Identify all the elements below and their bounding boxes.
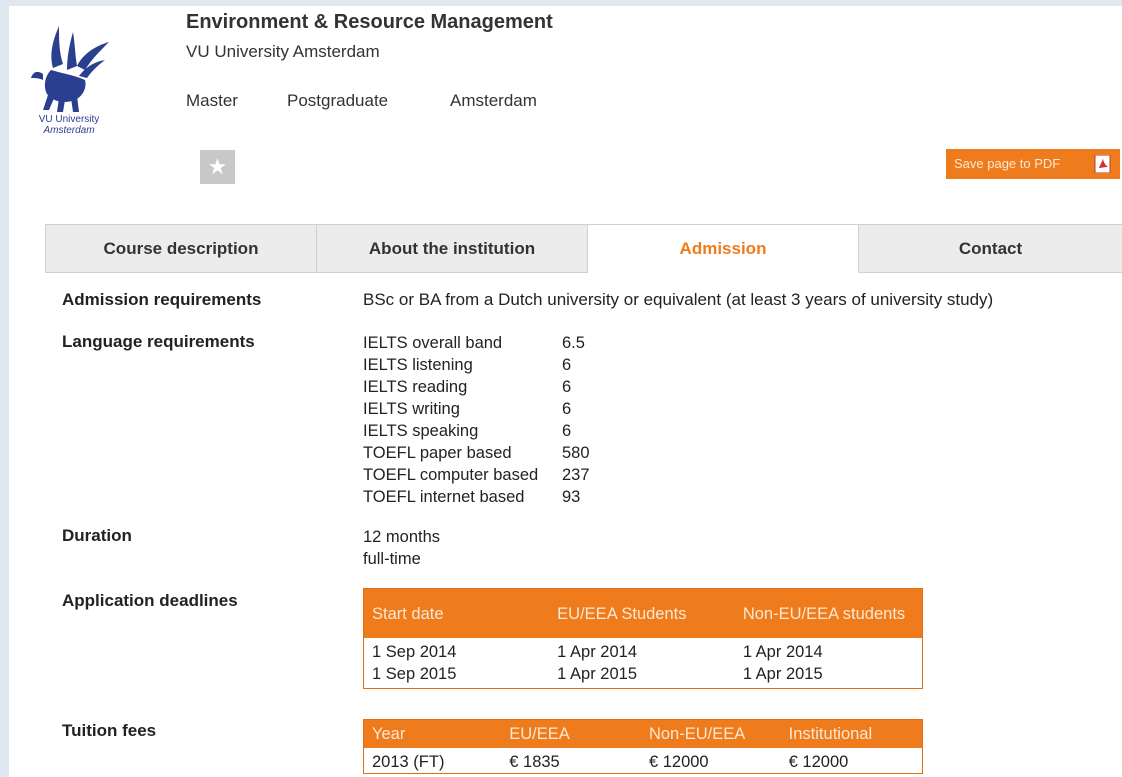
study-level: Postgraduate [287, 91, 389, 110]
table-cell: 1 Sep 2015 [372, 664, 457, 683]
admission-requirements-value: BSc or BA from a Dutch university or equ… [363, 290, 994, 309]
deadlines-header-cell: Start date [363, 588, 550, 638]
save-pdf-button[interactable]: Save page to PDF [946, 149, 1120, 179]
language-row: TOEFL internet based 93 [363, 486, 590, 508]
page: VU University Amsterdam Environment & Re… [9, 6, 1122, 777]
language-row: IELTS speaking 6 [363, 420, 590, 442]
language-row: IELTS overall band 6.5 [363, 332, 590, 354]
tab-contact[interactable]: Contact [859, 225, 1122, 273]
table-cell: 2013 (FT) [372, 752, 445, 771]
tuition-fees-label: Tuition fees [62, 721, 157, 740]
language-row: IELTS writing 6 [363, 398, 590, 420]
language-test-name: IELTS writing [363, 400, 460, 418]
table-cell: 1 Apr 2014 [742, 642, 823, 661]
star-icon: ★ [207, 154, 228, 179]
language-test-name: IELTS speaking [363, 422, 479, 440]
language-test-name: IELTS reading [363, 378, 468, 396]
table-cell: 1 Apr 2014 [557, 642, 637, 661]
favorite-button[interactable]: ★ [200, 150, 235, 184]
language-row: IELTS listening 6 [363, 354, 590, 376]
duration-mode: full-time [363, 550, 421, 568]
tuition-header-cell: EU/EEA [501, 719, 641, 748]
language-test-name: IELTS listening [363, 356, 473, 374]
table-cell: € 12000 [648, 752, 709, 771]
table-row: 1 Sep 2015 1 Apr 2015 1 Apr 2015 [364, 663, 923, 689]
language-test-score: 6 [562, 400, 572, 418]
duration-length: 12 months [363, 528, 441, 546]
language-row: IELTS reading 6 [363, 376, 590, 398]
deadlines-header-cell: EU/EEA Students [549, 588, 735, 638]
tuition-table: Year EU/EEA Non-EU/EEA Institutional 201… [363, 719, 923, 774]
language-test-name: IELTS overall band [363, 334, 503, 352]
tuition-header-cell: Year [363, 719, 502, 748]
table-cell: € 1835 [509, 752, 560, 771]
logo-text-line2: Amsterdam [43, 125, 95, 136]
tuition-header-row: Year EU/EEA Non-EU/EEA Institutional [363, 719, 923, 748]
pdf-file-icon [1094, 155, 1111, 173]
language-test-name: TOEFL computer based [363, 466, 539, 484]
logo-text-line1: VU University [38, 114, 100, 125]
language-requirements-label: Language requirements [62, 332, 255, 351]
language-test-score: 6 [562, 378, 572, 396]
deadlines-header-cell: Non-EU/EEA students [734, 588, 923, 638]
griffin-icon [31, 26, 109, 112]
duration-label: Duration [62, 526, 132, 545]
language-requirements-list: IELTS overall band 6.5 IELTS listening 6 I… [363, 332, 590, 508]
save-pdf-label: Save page to PDF [954, 156, 1061, 171]
study-location: Amsterdam [450, 91, 537, 110]
language-test-score: 6 [562, 356, 572, 374]
admission-requirements-label: Admission requirements [62, 290, 262, 309]
duration-value: 12 months full-time [363, 526, 440, 570]
language-test-score: 6 [562, 422, 572, 440]
table-cell: € 12000 [788, 752, 849, 771]
language-test-score: 93 [562, 488, 581, 506]
table-cell: 1 Sep 2014 [372, 642, 457, 661]
language-test-score: 6.5 [562, 334, 585, 352]
language-test-name: TOEFL internet based [363, 488, 525, 506]
tuition-header-cell: Non-EU/EEA [640, 719, 781, 748]
institution-logo[interactable]: VU University Amsterdam [21, 12, 141, 142]
table-row: 2013 (FT) € 1835 € 12000 € 12000 [364, 748, 923, 774]
language-test-score: 580 [562, 444, 590, 462]
tab-admission[interactable]: Admission [588, 225, 859, 273]
language-row: TOEFL computer based 237 [363, 464, 590, 486]
degree-type: Master [186, 91, 238, 110]
table-row: 1 Sep 2014 1 Apr 2014 1 Apr 2014 [364, 638, 923, 663]
tab-about-institution[interactable]: About the institution [317, 225, 588, 273]
language-test-score: 237 [562, 466, 590, 484]
language-test-name: TOEFL paper based [363, 444, 512, 462]
language-row: TOEFL paper based 580 [363, 442, 590, 464]
tuition-header-cell: Institutional [780, 719, 923, 748]
course-title: Environment & Resource Management [186, 11, 553, 33]
table-cell: 1 Apr 2015 [742, 664, 823, 683]
deadlines-header-row: Start date EU/EEA Students Non-EU/EEA st… [363, 588, 923, 638]
tab-course-description[interactable]: Course description [46, 225, 317, 273]
deadlines-table: Start date EU/EEA Students Non-EU/EEA st… [363, 588, 923, 689]
application-deadlines-label: Application deadlines [62, 591, 238, 610]
tab-bar: Course description About the institution… [45, 224, 1122, 273]
table-cell: 1 Apr 2015 [557, 664, 637, 683]
institution-name[interactable]: VU University Amsterdam [186, 42, 380, 62]
